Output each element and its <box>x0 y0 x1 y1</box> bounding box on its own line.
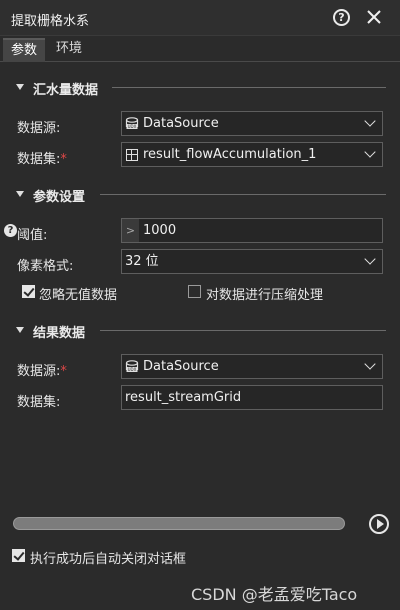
section-result-header[interactable]: 结果数据 <box>0 321 400 341</box>
watermark: CSDN @老孟爱吃Taco <box>191 585 358 604</box>
pixel-format-select[interactable]: 32 位 <box>121 249 383 274</box>
required-mark: * <box>60 152 67 167</box>
ignore-nodata-checkbox[interactable] <box>22 285 35 298</box>
tab-parameters[interactable]: 参数 <box>3 38 46 62</box>
source-datasource-value: DataSource <box>143 116 219 131</box>
threshold-prefix: > <box>122 219 139 242</box>
progress-bar <box>13 517 345 530</box>
section-source-title: 汇水量数据 <box>33 83 99 98</box>
question-icon[interactable]: ? <box>4 224 17 237</box>
result-dataset-input[interactable]: result_streamGrid <box>121 385 383 410</box>
source-dataset-value: result_flowAccumulation_1 <box>143 147 317 162</box>
help-icon[interactable]: ? <box>333 9 350 26</box>
result-dataset-value: result_streamGrid <box>125 390 242 405</box>
collapse-triangle-icon[interactable] <box>16 84 24 90</box>
source-datasource-select[interactable]: UDX DataSource <box>121 111 383 136</box>
section-divider <box>100 330 386 331</box>
section-source-header[interactable]: 汇水量数据 <box>0 78 400 98</box>
threshold-input[interactable]: > 1000 <box>121 218 383 243</box>
section-result-title: 结果数据 <box>33 326 86 341</box>
collapse-triangle-icon[interactable] <box>16 191 24 197</box>
close-icon[interactable] <box>362 5 386 29</box>
result-datasource-value: DataSource <box>143 359 219 374</box>
collapse-triangle-icon[interactable] <box>16 327 24 333</box>
run-button[interactable] <box>369 514 389 534</box>
result-dataset-label: 数据集: <box>17 395 61 410</box>
source-dataset-label: 数据集:* <box>17 152 67 167</box>
pixel-format-label: 像素格式: <box>17 259 74 274</box>
chevron-down-icon <box>364 146 376 158</box>
pixel-format-value: 32 位 <box>125 254 159 269</box>
window-title: 提取栅格水系 <box>11 14 90 29</box>
compress-label: 对数据进行压缩处理 <box>206 288 324 303</box>
datasource-icon: UDX <box>125 117 139 129</box>
threshold-value: 1000 <box>143 223 177 238</box>
section-divider <box>100 194 386 195</box>
tab-bar: 参数 环境 <box>0 36 400 62</box>
title-bar: 提取栅格水系 ? <box>0 0 400 36</box>
chevron-down-icon <box>364 253 376 265</box>
section-divider <box>112 87 386 88</box>
compress-checkbox[interactable] <box>188 285 201 298</box>
source-datasource-label: 数据源: <box>17 121 61 136</box>
required-mark: * <box>60 364 67 379</box>
section-params-header[interactable]: 参数设置 <box>0 185 400 205</box>
auto-close-label: 执行成功后自动关闭对话框 <box>30 552 187 567</box>
source-dataset-select[interactable]: result_flowAccumulation_1 <box>121 142 383 167</box>
svg-text:UDX: UDX <box>128 367 137 372</box>
section-params-title: 参数设置 <box>33 190 86 205</box>
threshold-label: 阈值: <box>17 228 48 243</box>
tab-environment[interactable]: 环境 <box>48 38 90 62</box>
datasource-icon: UDX <box>125 360 139 372</box>
chevron-down-icon <box>364 115 376 127</box>
auto-close-checkbox[interactable] <box>12 549 25 562</box>
ignore-nodata-label: 忽略无值数据 <box>39 288 118 303</box>
grid-dataset-icon <box>126 149 138 161</box>
chevron-down-icon <box>364 358 376 370</box>
svg-text:UDX: UDX <box>128 124 137 129</box>
result-datasource-label: 数据源:* <box>17 364 67 379</box>
result-datasource-select[interactable]: UDX DataSource <box>121 354 383 379</box>
